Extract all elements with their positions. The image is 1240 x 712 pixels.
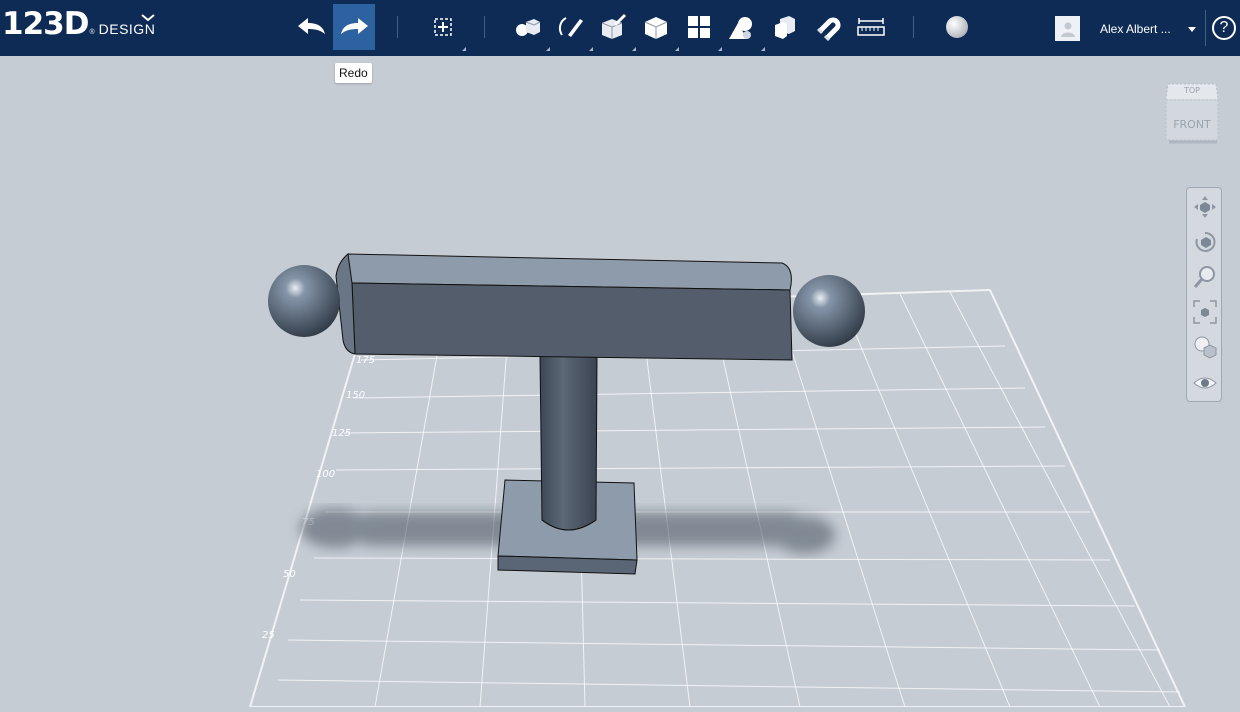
fit-view-button[interactable]	[1190, 297, 1220, 327]
measure-tool-button[interactable]	[850, 4, 892, 50]
ruler-icon	[857, 18, 885, 36]
grid-label: 150	[346, 390, 365, 401]
model-bar[interactable]	[335, 253, 793, 361]
model-sphere-right[interactable]	[793, 275, 865, 347]
dropdown-caret	[462, 47, 466, 51]
pattern-tool-button[interactable]	[678, 4, 722, 51]
redo-button[interactable]	[333, 4, 375, 50]
logo-text: 123D	[2, 6, 89, 42]
orbit-button[interactable]	[1190, 227, 1220, 257]
orbit-icon	[1195, 231, 1216, 252]
avatar[interactable]	[1055, 16, 1080, 41]
modify-box-icon	[644, 17, 668, 39]
toolbar-divider	[397, 16, 398, 38]
combine-tool-button[interactable]	[764, 4, 806, 50]
material-sphere-icon	[946, 16, 968, 38]
visibility-button[interactable]	[1190, 368, 1220, 398]
construct-icon	[601, 13, 627, 39]
view-mode-button[interactable]	[1190, 332, 1220, 362]
sketch-pencil-icon	[558, 17, 583, 37]
user-icon	[1060, 22, 1075, 37]
scene-canvas[interactable]: 175 150 125 100 75 50 25	[0, 56, 1240, 708]
magnifier-icon	[1193, 266, 1215, 288]
grid-label: 100	[316, 469, 335, 480]
snap-tool-button[interactable]	[807, 4, 849, 50]
grouping-shapes-icon	[729, 17, 752, 39]
viewcube-front-label[interactable]: FRONT	[1173, 118, 1211, 131]
redo-arrow-icon	[341, 18, 368, 34]
grid-label: 25	[262, 630, 275, 641]
pattern-grid-icon	[688, 16, 710, 38]
shaded-view-icon	[1194, 336, 1217, 359]
viewcube-top-label[interactable]: TOP	[1183, 86, 1200, 95]
material-button[interactable]	[936, 4, 978, 50]
eye-icon	[1193, 377, 1217, 389]
model-sphere-left[interactable]	[268, 265, 340, 337]
navigation-bar	[1186, 187, 1222, 402]
modify-tool-button[interactable]	[635, 4, 679, 51]
toolbar-divider	[913, 16, 914, 38]
toolbar-divider	[1205, 10, 1206, 46]
construct-tool-button[interactable]	[592, 4, 636, 51]
sketch-tool-button[interactable]	[549, 4, 593, 51]
primitives-tool-button[interactable]	[506, 4, 550, 51]
transform-tool-button[interactable]	[422, 4, 466, 51]
toolbar-divider	[484, 16, 485, 38]
top-toolbar: 123D ® DESIGN Alex Albert ... ?	[0, 0, 1240, 56]
app-logo-menu[interactable]: 123D ® DESIGN	[2, 6, 155, 42]
fit-view-icon	[1193, 300, 1217, 324]
transform-icon	[434, 18, 452, 36]
undo-button[interactable]	[291, 4, 333, 50]
magnet-icon	[816, 17, 841, 41]
user-menu-caret-icon[interactable]	[1188, 27, 1196, 32]
help-button[interactable]: ?	[1212, 16, 1236, 40]
logo-registered-mark: ®	[89, 29, 95, 36]
zoom-button[interactable]	[1190, 262, 1220, 292]
grid-label: 125	[332, 428, 351, 439]
grid-label: 50	[283, 569, 296, 580]
3d-viewport[interactable]: 175 150 125 100 75 50 25	[0, 56, 1240, 708]
primitives-icon	[516, 19, 541, 36]
chevron-down-icon[interactable]	[140, 12, 156, 24]
combine-icon	[775, 16, 795, 39]
user-name[interactable]: Alex Albert ...	[1100, 22, 1171, 36]
grid-labels: 175 150 125 100 75 50 25	[262, 355, 375, 641]
grid-label: 175	[356, 355, 375, 366]
pan-icon	[1194, 196, 1216, 218]
model-post[interactable]	[539, 354, 598, 531]
view-cube[interactable]: TOP FRONT	[1164, 78, 1220, 148]
grouping-tool-button[interactable]	[721, 4, 765, 51]
pan-button[interactable]	[1190, 192, 1220, 222]
undo-arrow-icon	[298, 18, 325, 34]
